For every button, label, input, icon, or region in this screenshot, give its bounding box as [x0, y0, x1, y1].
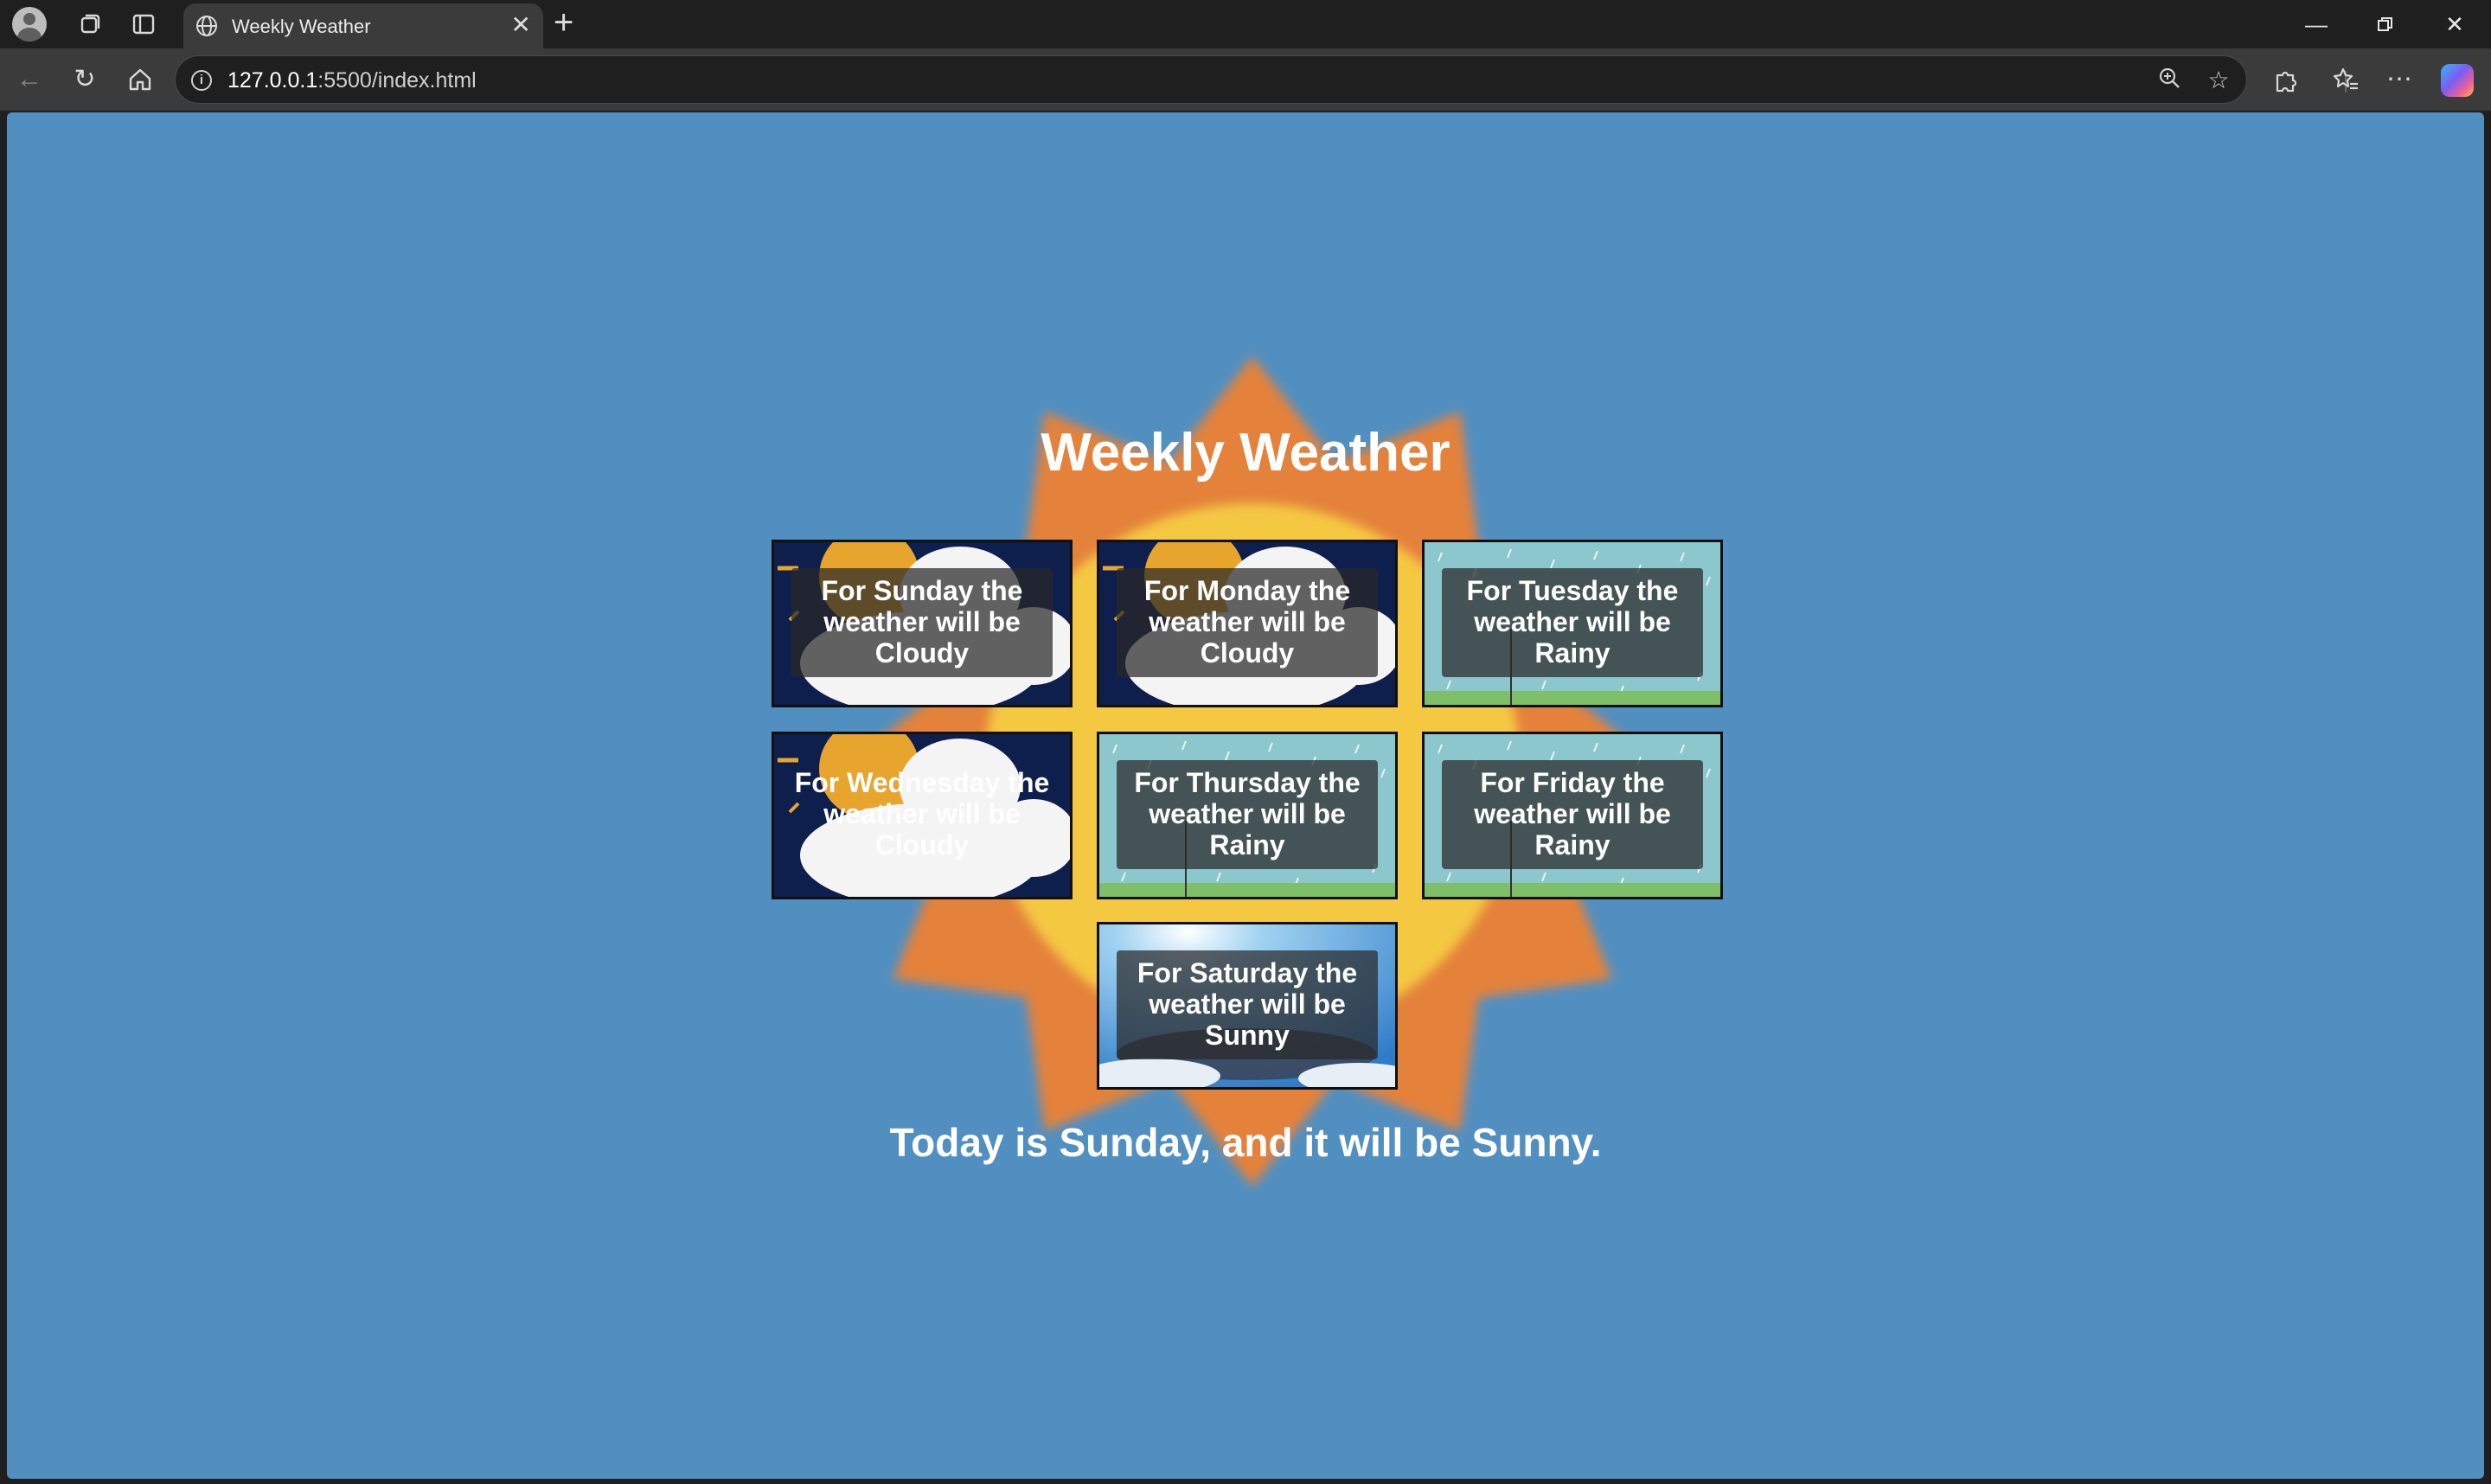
weather-caption: For Friday the weather will be Rainy — [1442, 760, 1703, 869]
copilot-icon[interactable] — [2441, 64, 2474, 97]
minimize-icon[interactable]: — — [2290, 7, 2342, 42]
weather-card-thursday[interactable]: For Thursday the weather will be Rainy — [1097, 732, 1398, 899]
weather-caption: For Monday the weather will be Cloudy — [1117, 568, 1378, 677]
url-text: 127.0.0.1:5500/index.html — [227, 68, 477, 93]
weather-card-saturday[interactable]: For Saturday the weather will be Sunny — [1097, 922, 1398, 1090]
weather-caption: For Thursday the weather will be Rainy — [1117, 760, 1378, 869]
tab-title: Weekly Weather — [232, 16, 371, 37]
weather-card-wednesday[interactable]: For Wednesday the weather will be Cloudy — [772, 732, 1073, 899]
weather-caption: For Saturday the weather will be Sunny — [1117, 950, 1378, 1059]
weather-caption: For Tuesday the weather will be Rainy — [1442, 568, 1703, 677]
browser-titlebar: Weekly Weather ✕ + — ✕ — [0, 0, 2491, 48]
browser-tab[interactable]: Weekly Weather ✕ — [183, 3, 543, 48]
page-viewport: Weekly Weather For Sunday the weather wi… — [7, 112, 2484, 1479]
vertical-tabs-icon[interactable] — [128, 9, 159, 40]
more-menu-icon[interactable]: ⋯ — [2382, 62, 2417, 97]
zoom-icon[interactable] — [2155, 65, 2186, 96]
site-info-icon[interactable]: i — [191, 70, 212, 91]
weather-card-monday[interactable]: For Monday the weather will be Cloudy — [1097, 540, 1398, 707]
extensions-icon[interactable] — [2268, 62, 2302, 97]
new-tab-icon[interactable]: + — [554, 5, 573, 40]
weather-caption: For Wednesday the weather will be Cloudy — [774, 760, 1070, 869]
refresh-icon[interactable]: ↻ — [67, 62, 102, 97]
weather-card-sunday[interactable]: For Sunday the weather will be Cloudy — [772, 540, 1073, 707]
globe-icon — [196, 16, 217, 36]
address-bar[interactable]: i 127.0.0.1:5500/index.html ☆ — [175, 55, 2247, 104]
weather-card-tuesday[interactable]: For Tuesday the weather will be Rainy — [1422, 540, 1723, 707]
favorite-star-icon[interactable]: ☆ — [2203, 65, 2234, 96]
back-icon[interactable]: ← — [12, 62, 47, 97]
favorites-icon[interactable] — [2328, 62, 2363, 97]
browser-toolbar: ← ↻ i 127.0.0.1:5500/index.html ☆ | ⋯ — [0, 48, 2491, 111]
profile-avatar-icon[interactable] — [12, 7, 47, 42]
weather-card-friday[interactable]: For Friday the weather will be Rainy — [1422, 732, 1723, 899]
tab-close-icon[interactable]: ✕ — [511, 12, 531, 38]
today-message: Today is Sunday, and it will be Sunny. — [889, 1120, 1602, 1165]
home-icon[interactable] — [123, 62, 157, 97]
page-title: Weekly Weather — [1041, 423, 1450, 483]
workspaces-icon[interactable] — [74, 9, 106, 40]
close-window-icon[interactable]: ✕ — [2429, 7, 2481, 42]
weather-caption: For Sunday the weather will be Cloudy — [791, 568, 1053, 677]
restore-icon[interactable] — [2360, 7, 2411, 42]
